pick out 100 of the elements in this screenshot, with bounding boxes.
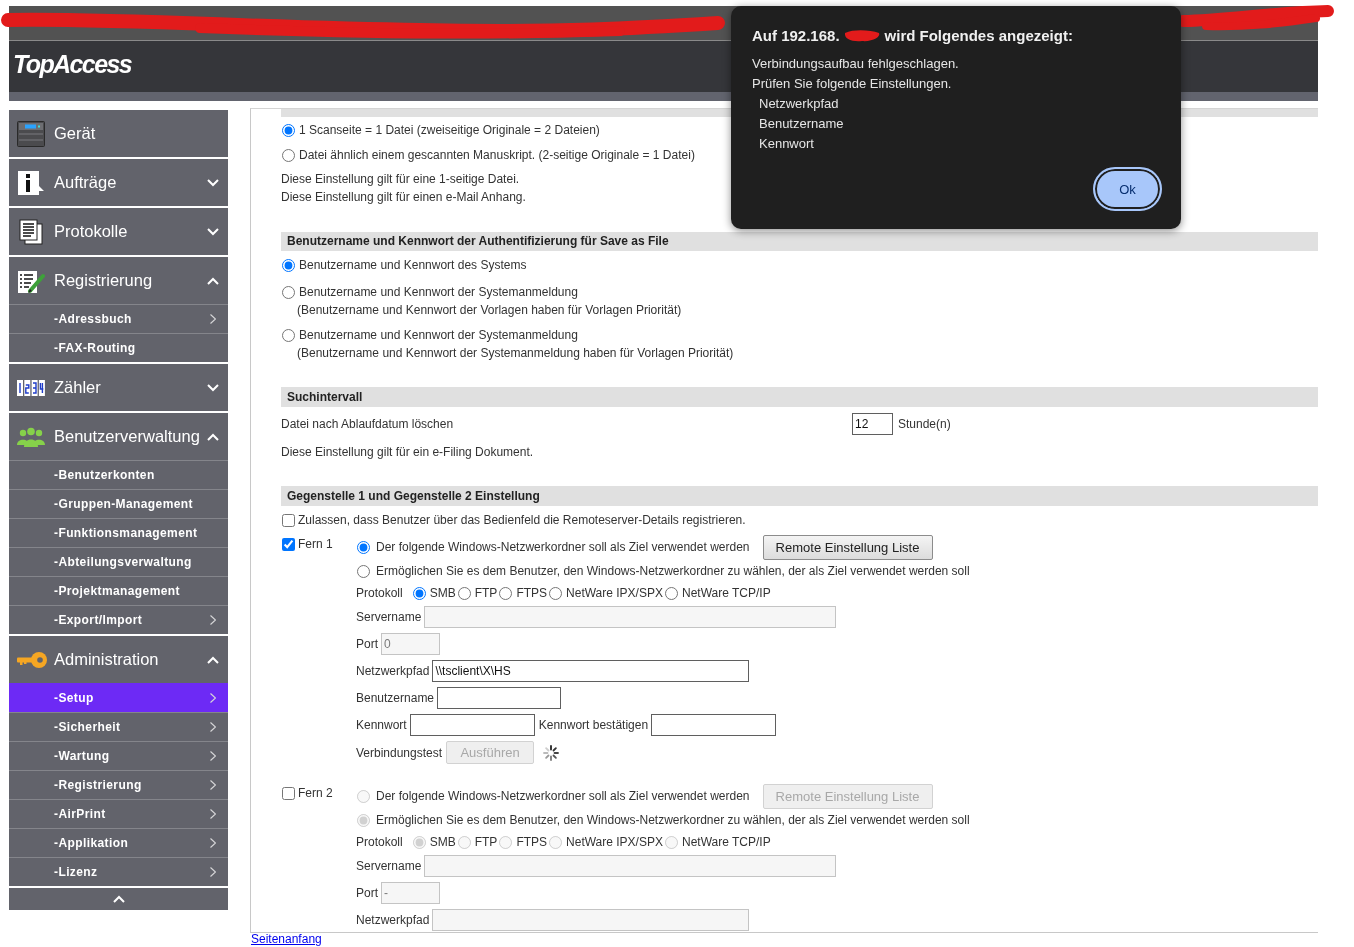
number-tiles-icon bbox=[17, 379, 45, 396]
radio-button[interactable] bbox=[664, 586, 678, 600]
caret-up-icon bbox=[112, 895, 125, 903]
key-icon bbox=[17, 651, 47, 668]
radio-button[interactable] bbox=[282, 328, 295, 342]
checkbox[interactable] bbox=[282, 537, 295, 551]
option-label: 1 Scanseite = 1 Datei (zweiseitige Originale = 2 Dateien) bbox=[299, 123, 600, 137]
sidebar-subitem[interactable]: -Sicherheit bbox=[9, 712, 228, 741]
sidebar-item[interactable]: Protokolle bbox=[9, 208, 228, 255]
option-label: FTP bbox=[474, 835, 498, 849]
option-label: NetWare TCP/IP bbox=[681, 835, 771, 849]
section-header: Suchintervall bbox=[281, 387, 1318, 407]
field-label: Servername bbox=[356, 859, 422, 873]
option-label: Ermöglichen Sie es dem Benutzer, den Windows-Netzwerkordner zu wählen, der als Ziel verwendet werden soll bbox=[376, 564, 970, 578]
option-label: FTPS bbox=[516, 586, 548, 600]
sidebar-subitem[interactable]: -Adressbuch bbox=[9, 304, 228, 333]
option-label: FTP bbox=[474, 586, 498, 600]
field-label: Kennwort bestätigen bbox=[538, 718, 649, 732]
sidebar-subitem[interactable]: -Benutzerkonten bbox=[9, 460, 228, 489]
radio-button[interactable] bbox=[282, 285, 295, 299]
radio-button[interactable] bbox=[499, 586, 513, 600]
option-label: NetWare IPX/SPX bbox=[566, 586, 663, 600]
sidebar-subitem[interactable]: -Applikation bbox=[9, 828, 228, 857]
radio-button[interactable] bbox=[357, 540, 370, 554]
protocol-label: Protokoll bbox=[356, 835, 403, 849]
sidebar-subitem[interactable]: -AirPrint bbox=[9, 799, 228, 828]
sidebar-subitem[interactable]: -Registrierung bbox=[9, 770, 228, 799]
dialog-message: Prüfen Sie folgende Einstellungen. bbox=[752, 75, 952, 93]
input-field[interactable] bbox=[409, 714, 535, 736]
option-label: Benutzername und Kennwort des Systems bbox=[299, 258, 527, 272]
radio-button[interactable] bbox=[457, 586, 471, 600]
unit-label: Stunde(n) bbox=[898, 417, 951, 431]
field-label: Kennwort bbox=[356, 718, 407, 732]
radio-button[interactable] bbox=[412, 586, 426, 600]
option-label: Datei ähnlich einem gescannten Manuskript. (2-seitige Originale = 1 Datei) bbox=[299, 148, 695, 162]
radio-button[interactable] bbox=[549, 586, 563, 600]
printer-icon bbox=[17, 120, 45, 147]
input-field[interactable] bbox=[437, 687, 562, 709]
setting-label: Datei nach Ablaufdatum löschen bbox=[281, 417, 455, 431]
radio-button[interactable] bbox=[357, 564, 370, 578]
documents-icon bbox=[17, 218, 45, 245]
sidebar-subitem[interactable]: -Gruppen-Management bbox=[9, 489, 228, 518]
field-label: Netzwerkpfad bbox=[356, 664, 430, 678]
sidebar-item[interactable]: Administration bbox=[9, 636, 228, 683]
logo: TopAccess bbox=[13, 50, 132, 79]
dialog-list-item: Netzwerkpfad bbox=[758, 95, 839, 113]
radio-button[interactable] bbox=[282, 258, 295, 272]
sidebar-item[interactable]: Benutzerverwaltung bbox=[9, 413, 228, 460]
ok-button[interactable]: Ok bbox=[1093, 167, 1162, 211]
sidebar-item[interactable]: Registrierung bbox=[9, 257, 228, 304]
section-header: Benutzername und Kennwort der Authentifizierung für Save as File bbox=[281, 232, 1318, 251]
people-icon bbox=[17, 426, 45, 447]
sidebar-subitem[interactable]: -Abteilungsverwaltung bbox=[9, 547, 228, 576]
field-label: Port bbox=[356, 637, 378, 651]
field-label: Verbindungstest bbox=[356, 745, 443, 760]
remote-list-button[interactable]: Remote Einstellung Liste bbox=[762, 534, 933, 560]
option-label: SMB bbox=[429, 835, 456, 849]
field-label: Port bbox=[356, 886, 378, 900]
field-label: Benutzername bbox=[356, 691, 435, 705]
hours-input[interactable]: 12 bbox=[852, 413, 893, 435]
option-label: FTPS bbox=[516, 835, 548, 849]
dialog-list-item: Benutzername bbox=[758, 115, 844, 133]
dialog-title: Auf 192.168. bbox=[752, 26, 840, 44]
note-text: Diese Einstellung gilt für einen e-Mail Anhang. bbox=[281, 189, 526, 206]
input-field[interactable]: \\tsclient\X\HS bbox=[432, 660, 750, 682]
sidebar-subitem[interactable]: -Setup bbox=[9, 683, 228, 712]
checkbox-label: Fern 1 bbox=[298, 537, 333, 551]
note-text: Diese Einstellung gilt für eine 1-seitige Datei. bbox=[281, 171, 520, 188]
section-header: Gegenstelle 1 und Gegenstelle 2 Einstellung bbox=[281, 486, 1318, 506]
option-note: (Benutzername und Kennwort der Vorlagen haben für Vorlagen Priorität) bbox=[296, 302, 682, 319]
dialog-list-item: Kennwort bbox=[758, 135, 814, 153]
checkbox-label: Fern 2 bbox=[298, 786, 333, 800]
sidebar-subitem[interactable]: -Lizenz bbox=[9, 857, 228, 886]
option-label: Benutzername und Kennwort der Systemanmeldung bbox=[299, 328, 578, 342]
option-note: (Benutzername und Kennwort der Systemanmeldung haben für Vorlagen Priorität) bbox=[296, 345, 734, 362]
dialog-title: wird Folgendes angezeigt: bbox=[884, 26, 1073, 44]
option-label: NetWare IPX/SPX bbox=[566, 835, 663, 849]
sidebar-subitem[interactable]: -Projektmanagement bbox=[9, 576, 228, 605]
sidebar-subitem[interactable]: -Export/Import bbox=[9, 605, 228, 634]
checkbox[interactable] bbox=[282, 513, 295, 527]
radio-button[interactable] bbox=[282, 123, 295, 137]
protocol-label: Protokoll bbox=[356, 586, 403, 600]
input-field[interactable] bbox=[651, 714, 777, 736]
option-label: Benutzername und Kennwort der Systemanmeldung bbox=[299, 285, 578, 299]
option-label: NetWare TCP/IP bbox=[681, 586, 771, 600]
sidebar-subitem[interactable]: -Wartung bbox=[9, 741, 228, 770]
checkbox-label: Zulassen, dass Benutzer über das Bedienfeld die Remoteserver-Details registrieren. bbox=[298, 513, 746, 527]
sidebar-subitem[interactable]: -FAX-Routing bbox=[9, 333, 228, 362]
field-label: Netzwerkpfad bbox=[356, 913, 430, 927]
option-label: Der folgende Windows-Netzwerkordner soll als Ziel verwendet werden bbox=[376, 540, 750, 554]
sidebar-item[interactable]: Gerät bbox=[9, 110, 228, 157]
sidebar-item[interactable]: Zähler bbox=[9, 364, 228, 411]
info-icon bbox=[17, 169, 45, 196]
note-text: Diese Einstellung gilt für ein e-Filing Dokument. bbox=[281, 444, 534, 461]
radio-button[interactable] bbox=[282, 148, 295, 162]
dialog-message: Verbindungsaufbau fehlgeschlagen. bbox=[752, 55, 959, 73]
option-label: SMB bbox=[429, 586, 456, 600]
page-top-link[interactable]: Seitenanfang bbox=[251, 933, 322, 946]
sidebar-subitem[interactable]: -Funktionsmanagement bbox=[9, 518, 228, 547]
sidebar-item[interactable]: Aufträge bbox=[9, 159, 228, 206]
